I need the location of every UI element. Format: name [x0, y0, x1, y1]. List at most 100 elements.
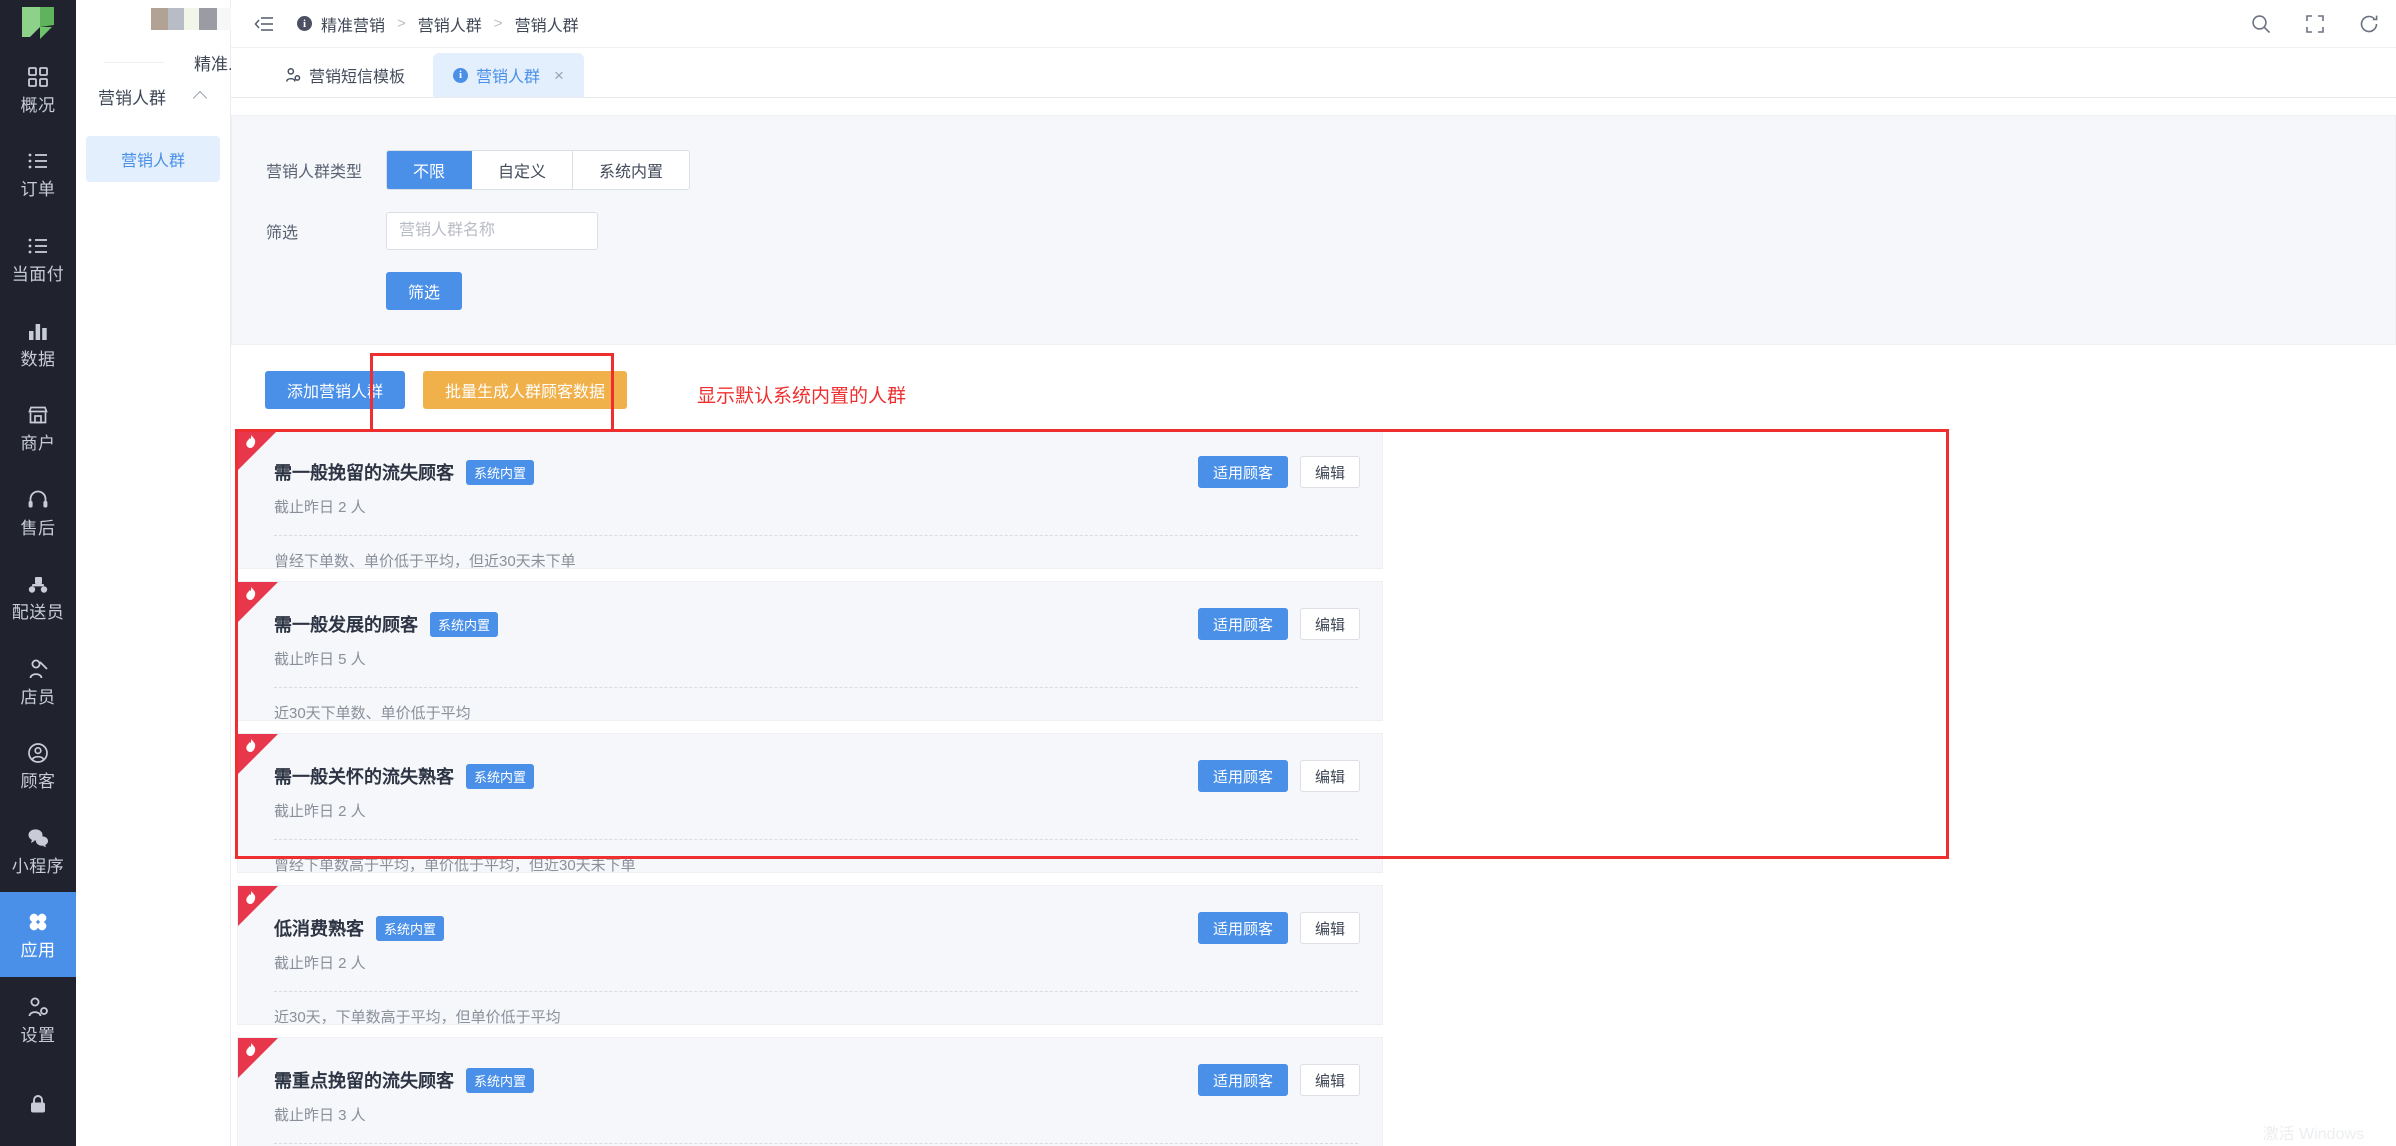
- refresh-icon[interactable]: [2358, 13, 2380, 35]
- filter-search-label: 筛选: [266, 225, 299, 242]
- crowd-type-option-system[interactable]: 系统内置: [573, 151, 690, 189]
- crowd-card-count: 截止昨日 2 人: [274, 955, 366, 972]
- edit-button[interactable]: 编辑: [1299, 760, 1360, 792]
- rail-item-settings[interactable]: 设置: [0, 977, 76, 1062]
- crowd-card-header: 低消费熟客 系统内置 适用顾客 编辑: [238, 886, 1382, 944]
- crowd-card-count: 截止昨日 3 人: [274, 1107, 366, 1124]
- bar-chart-icon: [25, 318, 51, 344]
- tab-marketing-crowd[interactable]: i 营销人群 ×: [433, 53, 584, 97]
- wechat-icon: [25, 825, 51, 851]
- crowd-type-option-custom[interactable]: 自定义: [472, 151, 574, 189]
- filter-box: 营销人群类型 不限 自定义 系统内置 筛选 筛选: [231, 115, 2396, 345]
- fullscreen-icon[interactable]: [2304, 13, 2326, 35]
- rail-item-customer[interactable]: 顾客: [0, 723, 76, 808]
- info-icon: i: [453, 67, 469, 83]
- crowd-card[interactable]: 需一般发展的顾客 系统内置 适用顾客 编辑 截止昨日 5 人 近30天下单数、单…: [237, 581, 1383, 721]
- crowd-card[interactable]: 需一般挽留的流失顾客 系统内置 适用顾客 编辑 截止昨日 2 人 曾经下单数、单…: [237, 429, 1383, 569]
- crowd-card-header: 需一般发展的顾客 系统内置 适用顾客 编辑: [238, 582, 1382, 640]
- filter-row-search: 筛选: [266, 212, 2395, 250]
- info-icon: i: [297, 16, 312, 31]
- batch-generate-crowd-data-button[interactable]: 批量生成人群顾客数据: [423, 371, 628, 409]
- crowd-card-title: 需一般挽留的流失顾客: [274, 463, 454, 483]
- rail-item-apps[interactable]: 应用: [0, 892, 76, 978]
- list-icon: [25, 233, 51, 259]
- add-marketing-crowd-button[interactable]: 添加营销人群: [265, 371, 406, 409]
- rail-item-courier[interactable]: 配送员: [0, 554, 76, 639]
- filter-submit-button[interactable]: 筛选: [386, 272, 463, 310]
- crowd-card-title: 需一般发展的顾客: [274, 615, 418, 635]
- sidebar-item-marketing-crowd[interactable]: 营销人群: [86, 136, 220, 182]
- crowd-card-actions: 适用顾客 编辑: [1197, 608, 1360, 640]
- rail-item-aftersales[interactable]: 售后: [0, 470, 76, 555]
- breadcrumb-item-2[interactable]: 营销人群: [515, 12, 579, 36]
- sidebar-group-marketing-crowd[interactable]: 营销人群: [76, 70, 230, 122]
- lock-icon: [25, 1091, 51, 1117]
- crowd-card[interactable]: 低消费熟客 系统内置 适用顾客 编辑 截止昨日 2 人 近30天，下单数高于平均…: [237, 885, 1383, 1025]
- collapse-menu-icon[interactable]: [253, 13, 275, 35]
- watermark-text: 激活 Windows: [2262, 1126, 2364, 1143]
- crowd-name-input[interactable]: [386, 212, 598, 250]
- crowd-card-count: 截止昨日 2 人: [274, 803, 366, 820]
- user-gear-icon: [25, 994, 51, 1020]
- crowd-card-actions: 适用顾客 编辑: [1197, 760, 1360, 792]
- apps-icon: [25, 909, 51, 935]
- crowd-card-description: 近30天下单数、单价低于平均: [274, 705, 471, 721]
- rail-label: 应用: [20, 941, 56, 961]
- topbar: i 精准营销 > 营销人群 > 营销人群: [231, 0, 2396, 48]
- page-content: 营销人群类型 不限 自定义 系统内置 筛选 筛选: [231, 98, 2396, 1146]
- edit-button[interactable]: 编辑: [1299, 608, 1360, 640]
- rail-item-orders[interactable]: 订单: [0, 132, 76, 217]
- rail-label: 商户: [20, 434, 56, 454]
- rail-label: 概况: [20, 95, 56, 115]
- user-gear-icon: [285, 67, 301, 83]
- applicable-customers-button[interactable]: 适用顾客: [1197, 760, 1288, 792]
- crowd-card-actions: 适用顾客 编辑: [1197, 456, 1360, 488]
- rail-item-staff[interactable]: 店员: [0, 639, 76, 724]
- rail-label: 店员: [20, 687, 56, 707]
- crowd-card-description: 近30天，下单数高于平均，但单价低于平均: [274, 1009, 561, 1025]
- rail-label: 顾客: [20, 772, 56, 792]
- dashboard-icon: [25, 64, 51, 90]
- sidebar-group-label: 营销人群: [98, 88, 166, 108]
- crowd-card-header: 需重点挽留的流失顾客 系统内置 适用顾客 编辑: [238, 1038, 1382, 1096]
- edit-button[interactable]: 编辑: [1299, 1064, 1360, 1096]
- fire-ribbon-icon: [238, 582, 278, 622]
- scooter-icon: [25, 571, 51, 597]
- crowd-card-title: 需重点挽留的流失顾客: [274, 1071, 454, 1091]
- rail-item-data[interactable]: 数据: [0, 301, 76, 386]
- sidebar-item-label: 营销人群: [120, 153, 185, 170]
- tab-sms-template[interactable]: 营销短信模板: [265, 53, 425, 97]
- breadcrumb-item-0[interactable]: 精准营销: [321, 12, 385, 36]
- crowd-card-title: 需一般关怀的流失熟客: [274, 767, 454, 787]
- applicable-customers-button[interactable]: 适用顾客: [1197, 608, 1288, 640]
- rail-item-overview[interactable]: 概况: [0, 47, 76, 132]
- crowd-cards-section: 需一般挽留的流失顾客 系统内置 适用顾客 编辑 截止昨日 2 人 曾经下单数、单…: [231, 429, 2396, 1146]
- crowd-type-option-all[interactable]: 不限: [387, 151, 473, 189]
- crowd-card-header: 需一般挽留的流失顾客 系统内置 适用顾客 编辑: [238, 430, 1382, 488]
- rail-label: 小程序: [11, 856, 65, 876]
- annotation-label: 显示默认系统内置的人群: [697, 386, 907, 407]
- breadcrumb-item-1[interactable]: 营销人群: [418, 12, 482, 36]
- crowd-card-list: 需一般挽留的流失顾客 系统内置 适用顾客 编辑 截止昨日 2 人 曾经下单数、单…: [231, 429, 2396, 1146]
- search-icon[interactable]: [2250, 13, 2272, 35]
- rail-item-facepay[interactable]: 当面付: [0, 216, 76, 301]
- status-badge: 系统内置: [466, 763, 535, 789]
- rail-item-miniprogram[interactable]: 小程序: [0, 808, 76, 893]
- redacted-logo-block: [151, 8, 231, 30]
- rail-item-lock[interactable]: [0, 1062, 76, 1146]
- leaf-logo-icon: [0, 0, 76, 47]
- headset-icon: [25, 487, 51, 513]
- applicable-customers-button[interactable]: 适用顾客: [1197, 1064, 1288, 1096]
- applicable-customers-button[interactable]: 适用顾客: [1197, 456, 1288, 488]
- crowd-card[interactable]: 需重点挽留的流失顾客 系统内置 适用顾客 编辑 截止昨日 3 人: [237, 1037, 1383, 1146]
- close-icon[interactable]: ×: [554, 67, 564, 84]
- user-circle-icon: [25, 740, 51, 766]
- chevron-up-icon: [194, 89, 208, 103]
- edit-button[interactable]: 编辑: [1299, 912, 1360, 944]
- edit-button[interactable]: 编辑: [1299, 456, 1360, 488]
- tab-label: 营销人群: [476, 69, 541, 86]
- rail-item-merchant[interactable]: 商户: [0, 385, 76, 470]
- applicable-customers-button[interactable]: 适用顾客: [1197, 912, 1288, 944]
- rail-label: 订单: [20, 180, 56, 200]
- crowd-card[interactable]: 需一般关怀的流失熟客 系统内置 适用顾客 编辑 截止昨日 2 人 曾经下单数高于…: [237, 733, 1383, 873]
